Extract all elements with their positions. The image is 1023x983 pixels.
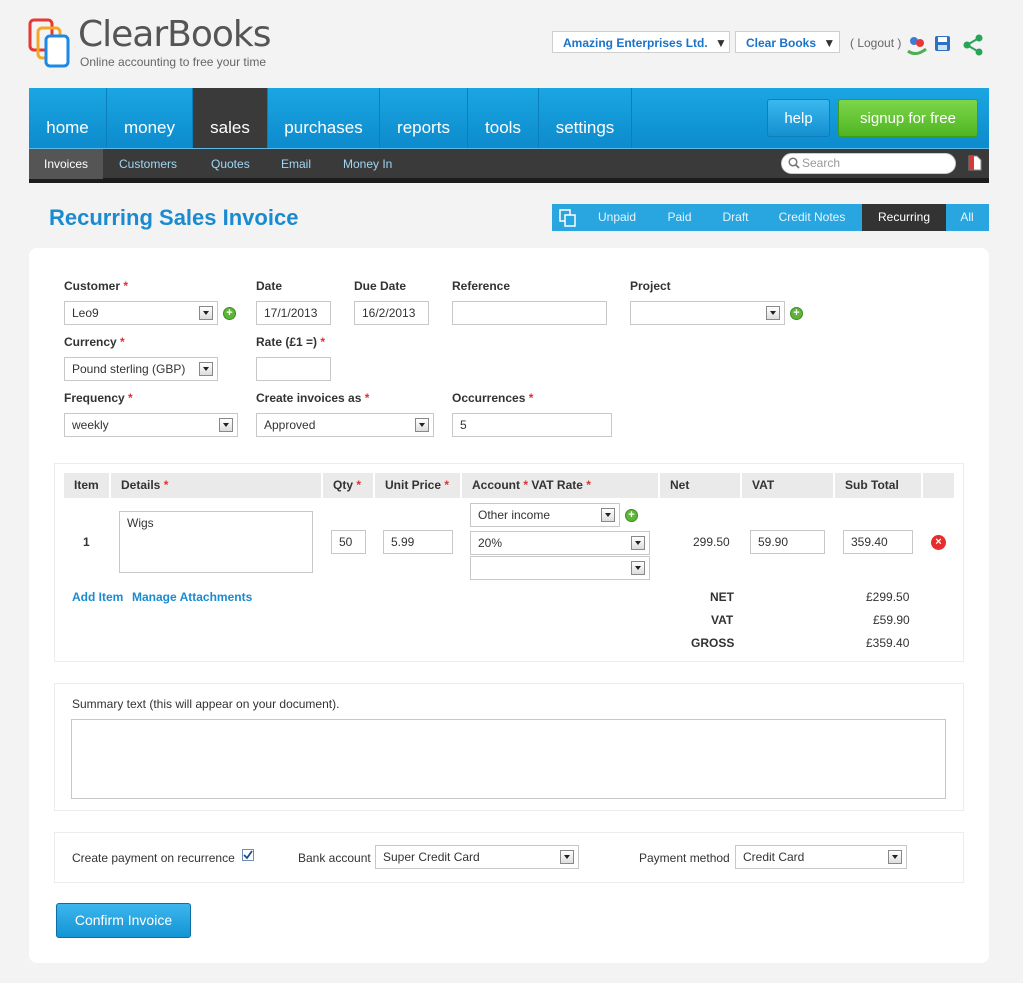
customer-select[interactable]: Leo9 — [64, 301, 218, 325]
total-net-label: NET — [710, 590, 734, 604]
share-icon[interactable] — [962, 34, 984, 59]
col-net: Net — [660, 473, 740, 498]
customer-label: Customer * — [64, 279, 129, 293]
nav-reports[interactable]: reports — [380, 88, 468, 148]
summary-label: Summary text (this will appear on your d… — [72, 697, 340, 711]
delete-row-icon[interactable]: × — [931, 535, 946, 550]
total-vat-value: £59.90 — [873, 613, 910, 627]
help-button[interactable]: help — [767, 99, 830, 137]
brand-name: ClearBooks — [78, 14, 271, 55]
bank-account-select[interactable]: Super Credit Card — [375, 845, 579, 869]
refer-friend-icon[interactable] — [906, 35, 928, 58]
col-unit-price: Unit Price * — [375, 473, 460, 498]
account-select[interactable]: Other income — [470, 503, 620, 527]
row-item-number: 1 — [83, 535, 90, 549]
unit-price-input[interactable]: 5.99 — [383, 530, 453, 554]
col-item: Item — [64, 473, 109, 498]
add-item-link[interactable]: Add Item — [72, 590, 123, 604]
col-actions — [923, 473, 954, 498]
col-details: Details * — [111, 473, 321, 498]
qty-input[interactable]: 50 — [331, 530, 366, 554]
subnav-customers[interactable]: Customers — [104, 149, 192, 179]
filter-recurring[interactable]: Recurring — [862, 204, 946, 231]
currency-select[interactable]: Pound sterling (GBP) — [64, 357, 218, 381]
nav-money[interactable]: money — [107, 88, 193, 148]
create-as-select[interactable]: Approved — [256, 413, 434, 437]
details-textarea[interactable]: Wigs — [119, 511, 313, 573]
add-account-icon[interactable]: + — [625, 509, 638, 522]
col-vat: VAT — [742, 473, 833, 498]
rate-input[interactable] — [256, 357, 331, 381]
col-qty: Qty * — [323, 473, 373, 498]
filter-paid[interactable]: Paid — [654, 204, 705, 231]
copy-icon[interactable] — [559, 209, 577, 230]
filter-credit-notes[interactable]: Credit Notes — [766, 204, 858, 231]
summary-textarea[interactable] — [71, 719, 946, 799]
subnav-quotes[interactable]: Quotes — [196, 149, 265, 179]
col-subtotal: Sub Total — [835, 473, 921, 498]
col-account-vat: Account * VAT Rate * — [462, 473, 658, 498]
signup-button[interactable]: signup for free — [838, 99, 978, 137]
logout-link[interactable]: ( Logout ) — [850, 36, 901, 50]
manage-attachments-link[interactable]: Manage Attachments — [132, 590, 252, 604]
total-net-value: £299.50 — [866, 590, 910, 604]
filter-unpaid[interactable]: Unpaid — [585, 204, 649, 231]
nav-home[interactable]: home — [29, 88, 107, 148]
currency-label: Currency * — [64, 335, 125, 349]
create-as-label: Create invoices as * — [256, 391, 370, 405]
vat-input[interactable]: 59.90 — [750, 530, 825, 554]
reference-input[interactable] — [452, 301, 607, 325]
document-icon[interactable] — [968, 155, 982, 174]
subnav-money-in[interactable]: Money In — [328, 149, 407, 179]
search-input[interactable]: Search — [781, 153, 956, 174]
save-icon[interactable] — [934, 35, 951, 55]
payment-method-select[interactable]: Credit Card — [735, 845, 907, 869]
page-title: Recurring Sales Invoice — [49, 205, 299, 230]
create-payment-label: Create payment on recurrence — [72, 851, 235, 865]
nav-sales[interactable]: sales — [193, 88, 268, 148]
create-payment-checkbox[interactable] — [242, 849, 254, 861]
company-select[interactable]: Amazing Enterprises Ltd. ▼ — [552, 31, 730, 53]
project-select[interactable] — [630, 301, 785, 325]
reference-label: Reference — [452, 279, 511, 293]
confirm-invoice-button[interactable]: Confirm Invoice — [56, 903, 191, 938]
bank-account-label: Bank account — [298, 851, 371, 865]
search-icon — [788, 157, 800, 172]
row-net: 299.50 — [693, 535, 730, 549]
filter-draft[interactable]: Draft — [710, 204, 761, 231]
vat-rate-select[interactable]: 20% — [470, 531, 650, 555]
due-date-label: Due Date — [354, 279, 407, 293]
total-gross-label: GROSS — [691, 636, 735, 650]
brand-tagline: Online accounting to free your time — [80, 55, 267, 69]
nav-purchases[interactable]: purchases — [268, 88, 380, 148]
frequency-select[interactable]: weekly — [64, 413, 238, 437]
payment-method-label: Payment method — [639, 851, 730, 865]
nav-tools[interactable]: tools — [468, 88, 539, 148]
logo-mark-icon — [28, 18, 70, 68]
total-gross-value: £359.40 — [866, 636, 910, 650]
subnav-invoices[interactable]: Invoices — [29, 149, 104, 179]
subtotal-input[interactable]: 359.40 — [843, 530, 913, 554]
due-date-input[interactable]: 16/2/2013 — [354, 301, 429, 325]
nav-settings[interactable]: settings — [539, 88, 632, 148]
subnav-email[interactable]: Email — [266, 149, 326, 179]
filter-all[interactable]: All — [948, 204, 986, 231]
tracking-select[interactable] — [470, 556, 650, 580]
project-label: Project — [630, 279, 671, 293]
add-project-icon[interactable]: + — [790, 307, 803, 320]
rate-label: Rate (£1 =) * — [256, 335, 326, 349]
date-label: Date — [256, 279, 283, 293]
date-input[interactable]: 17/1/2013 — [256, 301, 331, 325]
frequency-label: Frequency * — [64, 391, 133, 405]
account-select[interactable]: Clear Books ▼ — [735, 31, 840, 53]
total-vat-label: VAT — [711, 613, 734, 627]
occurrences-input[interactable]: 5 — [452, 413, 612, 437]
add-customer-icon[interactable]: + — [223, 307, 236, 320]
occurrences-label: Occurrences * — [452, 391, 534, 405]
